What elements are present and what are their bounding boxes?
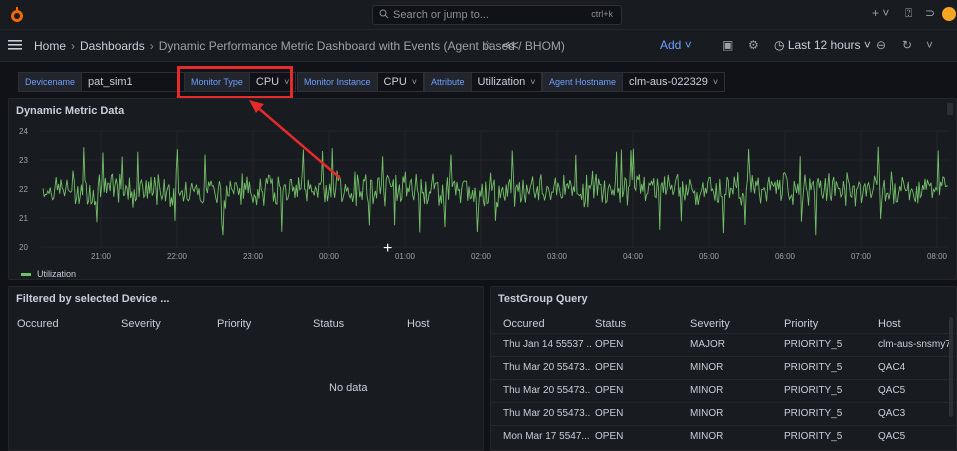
panel-title: TestGroup Query	[498, 293, 588, 305]
table-cell: QAC4	[878, 362, 906, 373]
table-cell: MINOR	[690, 431, 724, 442]
panel-title: Filtered by selected Device ...	[16, 293, 170, 305]
table-row[interactable]: Thu Jan 14 55537 ... OPEN MAJOR PRIORITY_5 c…	[491, 333, 956, 356]
table-header: Occured Status Severity Priority Host	[491, 315, 956, 333]
table-cell: PRIORITY_5	[784, 385, 843, 396]
filtered-events-panel: Filtered by selected Device ... Occured …	[8, 286, 484, 451]
table-cell: Thu Jan 14 55537 ...	[503, 339, 591, 350]
column-header[interactable]: Priority	[784, 318, 818, 330]
column-header[interactable]: Severity	[121, 318, 161, 330]
table-row[interactable]: Mon Mar 17 5547... OPEN MINOR PRIORITY_5 QAC…	[491, 425, 956, 448]
column-header[interactable]: Priority	[217, 318, 251, 330]
table-cell: MINOR	[690, 362, 724, 373]
scrollbar[interactable]	[949, 317, 953, 417]
table-cell: OPEN	[595, 385, 624, 396]
mouse-cursor-icon: +	[383, 240, 393, 257]
table-header: Occured Severity Priority Status Host	[9, 315, 483, 333]
column-header[interactable]: Occured	[503, 318, 545, 330]
table-row[interactable]: Thu Mar 20 55473... OPEN MINOR PRIORITY_5 QA…	[491, 379, 956, 402]
table-cell: PRIORITY_5	[784, 408, 843, 419]
table-cell: OPEN	[595, 362, 624, 373]
column-header[interactable]: Occured	[17, 318, 59, 330]
table-cell: Thu Mar 20 55473...	[503, 408, 591, 419]
table-cell: MAJOR	[690, 339, 725, 350]
table-cell: Mon Mar 17 5547...	[503, 431, 590, 442]
table-cell: Thu Mar 20 55473...	[503, 385, 591, 396]
table-cell: MINOR	[690, 385, 724, 396]
column-header[interactable]: Severity	[690, 318, 730, 330]
column-header[interactable]: Host	[407, 318, 430, 330]
table-cell: QAC3	[878, 408, 906, 419]
table-cell: PRIORITY_5	[784, 339, 843, 350]
table-cell: PRIORITY_5	[784, 431, 843, 442]
column-header[interactable]: Status	[595, 318, 626, 330]
table-cell: OPEN	[595, 339, 624, 350]
table-cell: MINOR	[690, 408, 724, 419]
table-cell: clm-aus-snsmy7.b	[878, 339, 954, 350]
no-data-message: No data	[329, 382, 368, 394]
table-row[interactable]: Thu Mar 20 55473... OPEN MINOR PRIORITY_5 QA…	[491, 356, 956, 379]
table-cell: OPEN	[595, 408, 624, 419]
column-header[interactable]: Host	[878, 318, 901, 330]
table-cell: QAC5	[878, 385, 906, 396]
testgroup-query-panel: TestGroup Query Occured Status Severity …	[490, 286, 957, 451]
table-row[interactable]: Thu Mar 20 55473... OPEN MINOR PRIORITY_5 QA…	[491, 402, 956, 425]
table-cell: Thu Mar 20 55473...	[503, 362, 591, 373]
table-cell: PRIORITY_5	[784, 362, 843, 373]
table-cell: QAC5	[878, 431, 906, 442]
table-cell: OPEN	[595, 431, 624, 442]
column-header[interactable]: Status	[313, 318, 344, 330]
